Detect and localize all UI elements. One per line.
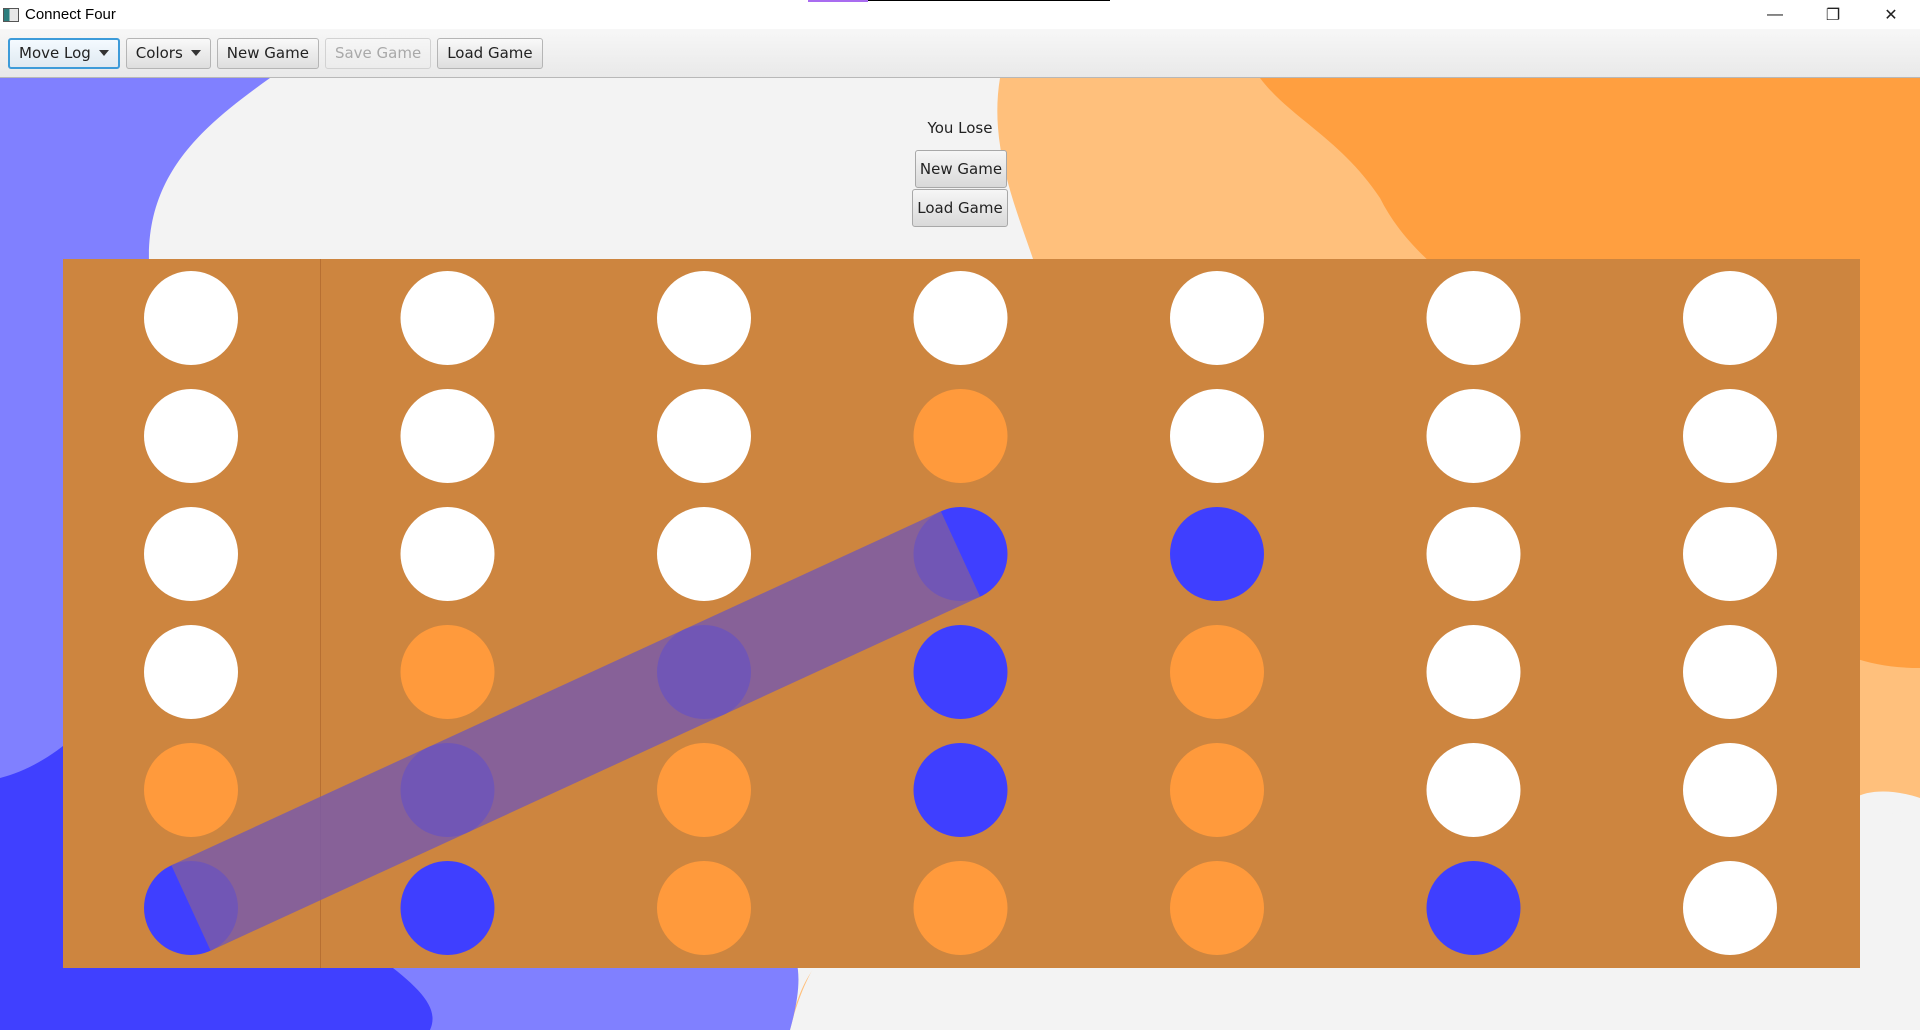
empty-slot[interactable] (1170, 271, 1264, 365)
window-controls: — ❐ ✕ (1746, 0, 1920, 29)
toolbar-new-game-button[interactable]: New Game (216, 37, 319, 69)
empty-slot[interactable] (400, 507, 495, 601)
blue-disc[interactable] (400, 861, 495, 955)
center-new-game-button[interactable]: New Game (915, 150, 1007, 188)
empty-slot[interactable] (400, 271, 495, 365)
minimize-button[interactable]: — (1746, 0, 1804, 29)
orange-disc[interactable] (913, 389, 1008, 483)
blue-disc[interactable] (1426, 861, 1521, 955)
orange-disc[interactable] (400, 625, 495, 719)
orange-disc[interactable] (913, 861, 1008, 955)
empty-slot[interactable] (1426, 743, 1521, 837)
colors-label: Colors (135, 44, 183, 62)
toolbar-save-game-button[interactable]: Save Game (324, 37, 432, 69)
empty-slot[interactable] (1426, 625, 1521, 719)
empty-slot[interactable] (144, 271, 238, 365)
game-status-message: You Lose (927, 119, 993, 137)
empty-slot[interactable] (1683, 271, 1777, 365)
empty-slot[interactable] (1426, 271, 1521, 365)
winning-line (171, 511, 981, 951)
orange-disc[interactable] (1170, 743, 1264, 837)
empty-slot[interactable] (1683, 861, 1777, 955)
app-icon (3, 7, 19, 22)
move-log-menu-button[interactable]: Move Log (8, 37, 120, 69)
empty-slot[interactable] (913, 271, 1008, 365)
center-load-game-button[interactable]: Load Game (912, 189, 1008, 227)
empty-slot[interactable] (1683, 625, 1777, 719)
toolbar-load-game-button[interactable]: Load Game (437, 37, 543, 69)
empty-slot[interactable] (144, 507, 238, 601)
empty-slot[interactable] (400, 389, 495, 483)
title-bar: Connect Four — ❐ ✕ (0, 0, 1920, 29)
orange-disc[interactable] (657, 743, 751, 837)
empty-slot[interactable] (657, 271, 751, 365)
board-grid[interactable] (63, 259, 1860, 968)
maximize-button[interactable]: ❐ (1804, 0, 1862, 29)
orange-disc[interactable] (144, 743, 238, 837)
empty-slot[interactable] (1683, 507, 1777, 601)
blue-disc[interactable] (913, 625, 1008, 719)
chevron-down-icon (190, 50, 201, 56)
empty-slot[interactable] (1426, 389, 1521, 483)
empty-slot[interactable] (1683, 743, 1777, 837)
empty-slot[interactable] (1683, 389, 1777, 483)
close-button[interactable]: ✕ (1862, 0, 1920, 29)
toolbar: Move Log Colors New Game Save Game Load … (0, 29, 1920, 78)
orange-disc[interactable] (657, 861, 751, 955)
empty-slot[interactable] (144, 389, 238, 483)
window-title: Connect Four (25, 6, 116, 23)
empty-slot[interactable] (657, 507, 751, 601)
blue-disc[interactable] (913, 743, 1008, 837)
game-board[interactable] (63, 259, 1860, 968)
empty-slot[interactable] (657, 389, 751, 483)
colors-menu-button[interactable]: Colors (125, 37, 211, 69)
orange-disc[interactable] (1170, 625, 1264, 719)
empty-slot[interactable] (1170, 389, 1264, 483)
orange-disc[interactable] (1170, 861, 1264, 955)
empty-slot[interactable] (144, 625, 238, 719)
move-log-label: Move Log (19, 44, 91, 62)
blue-disc[interactable] (1170, 507, 1264, 601)
focus-indicator (808, 0, 1110, 2)
chevron-down-icon (98, 50, 109, 56)
empty-slot[interactable] (1426, 507, 1521, 601)
